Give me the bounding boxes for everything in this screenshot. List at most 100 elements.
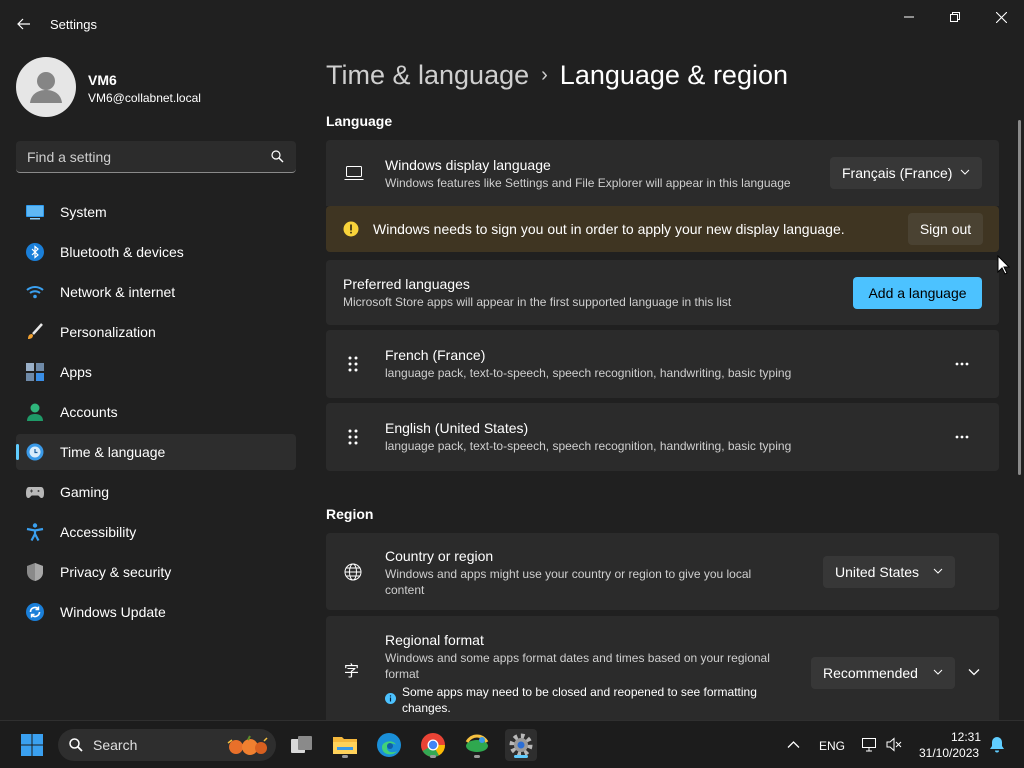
user-avatar-icon [30,72,62,103]
chevron-up-icon[interactable] [787,740,800,749]
sidebar-item-label: Accessibility [60,524,137,540]
breadcrumb: Time & language › Language & region [326,60,788,91]
more-options-icon[interactable] [955,435,969,439]
accounts-icon [27,403,43,421]
start-button[interactable] [16,729,48,761]
preferred-languages-title: Preferred languages [343,276,470,292]
sidebar-item-time-language[interactable]: Time & language [16,434,296,470]
title-bar: Settings [0,0,1024,48]
taskbar-search[interactable]: Search [58,729,276,761]
sidebar-item-privacy[interactable]: Privacy & security [16,554,296,590]
display-language-title: Windows display language [385,157,551,173]
settings-taskbar-button[interactable] [505,729,537,761]
display-language-desc: Windows features like Settings and File … [385,176,791,190]
warning-icon [343,221,359,237]
sidebar-item-apps[interactable]: Apps [16,354,296,390]
close-button[interactable] [978,2,1024,32]
signout-warning-text: Windows needs to sign you out in order t… [373,221,845,237]
sidebar-item-personalization[interactable]: Personalization [16,314,296,350]
scrollbar[interactable] [1018,120,1021,475]
task-view-icon [291,736,312,753]
add-language-button[interactable]: Add a language [853,277,982,309]
folder-icon [333,737,357,754]
language-name: French (France) [385,347,486,363]
sidebar-item-system[interactable]: System [16,194,296,230]
language-item-english[interactable]: English (United States) language pack, t… [326,403,999,471]
expand-chevron-icon[interactable] [968,666,980,678]
app-launcher-button[interactable] [461,729,493,761]
shield-icon [27,563,43,581]
main-content: Time & language › Language & region Langua… [326,48,1008,720]
app-title: Settings [50,17,97,32]
clock-date[interactable]: 31/10/2023 [919,746,979,760]
windows-logo-icon [21,734,43,756]
sidebar-item-windows-update[interactable]: Windows Update [16,594,296,630]
regional-format-card: 字 Regional format Windows and some apps … [326,616,999,720]
user-email: VM6@collabnet.local [88,91,201,105]
notification-bell-icon[interactable] [989,736,1005,753]
taskbar: Search ENG 12:31 31/10/2023 [0,720,1024,768]
clock-time[interactable]: 12:31 [951,730,981,744]
restore-button[interactable] [932,2,978,32]
sidebar-item-bluetooth[interactable]: Bluetooth & devices [16,234,296,270]
user-profile[interactable]: VM6 VM6@collabnet.local [16,57,296,117]
input-language-indicator[interactable]: ENG [819,739,845,753]
file-explorer-button[interactable] [329,729,361,761]
minimize-button[interactable] [886,2,932,32]
close-icon [995,11,1007,23]
country-dropdown[interactable]: United States [823,556,955,588]
language-format-icon: 字 [344,662,360,680]
running-indicator [514,755,528,758]
sign-out-button[interactable]: Sign out [908,213,983,245]
chevron-down-icon [933,669,943,675]
language-heading: Language [326,113,393,129]
accessibility-icon [26,523,44,541]
system-icon [26,205,44,220]
drag-handle-icon[interactable] [348,356,358,372]
gear-icon [509,733,533,757]
breadcrumb-parent[interactable]: Time & language [326,60,529,90]
language-features: language pack, text-to-speech, speech re… [385,366,792,380]
breadcrumb-separator: › [541,64,548,86]
sidebar-item-label: Network & internet [60,284,176,300]
globe-icon [344,563,362,581]
regional-format-dropdown[interactable]: Recommended [811,657,955,689]
signout-warning-bar: Windows needs to sign you out in order t… [326,206,999,252]
find-setting-input[interactable]: Find a setting [16,141,296,173]
edge-button[interactable] [373,729,405,761]
time-language-icon [26,443,44,461]
running-indicator [430,755,436,758]
volume-muted-icon[interactable] [886,737,902,752]
chrome-button[interactable] [417,729,449,761]
sidebar-item-label: Gaming [60,484,110,500]
region-heading: Region [326,506,374,522]
info-icon [385,693,396,704]
preferred-languages-desc: Microsoft Store apps will appear in the … [343,295,732,309]
country-value: United States [835,564,920,580]
sidebar-item-gaming[interactable]: Gaming [16,474,296,510]
sidebar-item-label: Privacy & security [60,564,172,580]
display-language-dropdown[interactable]: Français (France) [830,157,982,189]
country-desc: Windows and apps might use your country … [385,567,752,597]
sidebar-item-label: Accounts [60,404,118,420]
sidebar-item-network[interactable]: Network & internet [16,274,296,310]
brush-icon [28,323,43,339]
mouse-cursor-icon [997,255,1010,275]
sidebar-item-accounts[interactable]: Accounts [16,394,296,430]
sidebar-nav: System Bluetooth & devices Network & int… [16,194,296,634]
more-options-icon[interactable] [955,362,969,366]
sidebar-item-accessibility[interactable]: Accessibility [16,514,296,550]
task-view-button[interactable] [286,729,318,761]
search-icon [271,150,284,163]
back-button[interactable] [10,10,38,38]
laptop-icon [344,166,364,180]
regional-format-desc: Windows and some apps format dates and t… [385,651,770,681]
drag-handle-icon[interactable] [348,429,358,445]
network-icon[interactable] [861,737,877,752]
edge-icon [377,733,401,757]
sidebar-item-label: Personalization [60,324,156,340]
page-title: Language & region [559,60,788,90]
language-item-french[interactable]: French (France) language pack, text-to-s… [326,330,999,398]
country-title: Country or region [385,548,494,564]
sidebar-item-label: Time & language [60,444,166,460]
